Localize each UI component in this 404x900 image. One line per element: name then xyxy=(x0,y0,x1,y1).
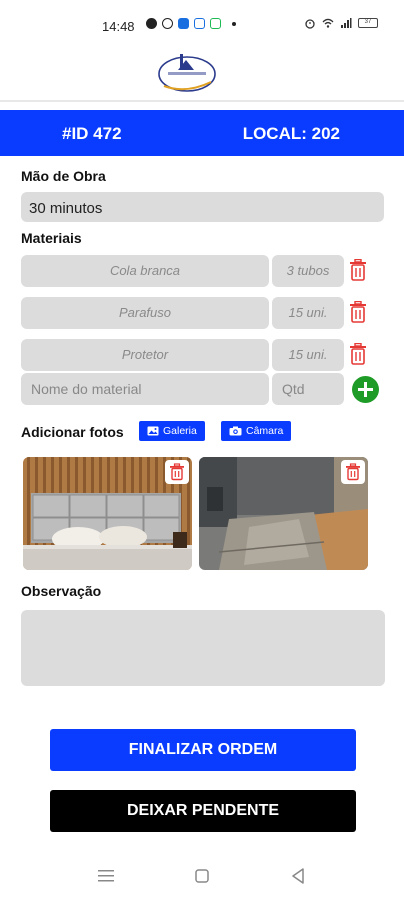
material-qty[interactable]: 3 tubos xyxy=(272,255,344,287)
delete-icon xyxy=(346,463,360,481)
material-name[interactable]: Cola branca xyxy=(21,255,269,287)
material-name-input[interactable] xyxy=(21,373,269,405)
delete-icon[interactable] xyxy=(349,259,367,281)
add-photos-label: Adicionar fotos xyxy=(21,424,124,440)
delete-photo-button[interactable] xyxy=(341,460,365,484)
back-icon[interactable] xyxy=(291,868,305,884)
photo-thumbnail[interactable] xyxy=(23,457,192,570)
battery-icon: 37 xyxy=(358,18,378,28)
observation-textarea[interactable] xyxy=(21,610,385,686)
message-icon xyxy=(146,18,157,29)
observation-label: Observação xyxy=(21,583,102,599)
company-logo xyxy=(158,54,216,92)
finish-order-button[interactable]: FINALIZAR ORDEM xyxy=(50,729,356,771)
camera-label: Câmara xyxy=(246,425,284,437)
material-name[interactable]: Protetor xyxy=(21,339,269,371)
status-bar: 14:48 37 xyxy=(0,0,404,52)
app-icon xyxy=(194,18,205,29)
plus-icon xyxy=(358,382,373,397)
labor-field[interactable]: 30 minutos xyxy=(21,192,384,222)
signal-icon xyxy=(341,18,352,28)
gallery-label: Galeria xyxy=(163,425,197,437)
delete-icon[interactable] xyxy=(349,343,367,365)
leave-pending-button[interactable]: DEIXAR PENDENTE xyxy=(50,790,356,832)
delete-photo-button[interactable] xyxy=(165,460,189,484)
wifi-icon xyxy=(322,18,334,28)
order-header: #ID 472 LOCAL: 202 xyxy=(0,110,404,156)
camera-icon xyxy=(229,426,242,436)
labor-label: Mão de Obra xyxy=(21,168,106,184)
material-row: Cola branca 3 tubos xyxy=(21,255,386,287)
photo-thumbnail[interactable] xyxy=(199,457,368,570)
gallery-button[interactable]: Galeria xyxy=(139,421,205,441)
image-icon xyxy=(147,426,159,436)
delete-icon xyxy=(170,463,184,481)
menu-icon[interactable] xyxy=(98,869,114,883)
alarm-icon xyxy=(305,19,315,29)
divider xyxy=(0,100,404,102)
material-qty-input[interactable] xyxy=(272,373,344,405)
order-id: #ID 472 xyxy=(62,124,122,143)
system-nav-bar xyxy=(0,850,404,900)
camera-button[interactable]: Câmara xyxy=(221,421,292,441)
add-material-button[interactable] xyxy=(352,376,379,403)
whatsapp-icon xyxy=(162,18,173,29)
more-notifications-icon xyxy=(232,21,236,26)
system-icons: 37 xyxy=(304,17,378,29)
material-row: Parafuso 15 uni. xyxy=(21,297,386,329)
delete-icon[interactable] xyxy=(349,301,367,323)
material-row: Protetor 15 uni. xyxy=(21,339,386,371)
material-name[interactable]: Parafuso xyxy=(21,297,269,329)
app-icon xyxy=(210,18,221,29)
materials-label: Materiais xyxy=(21,230,82,246)
status-time: 14:48 xyxy=(102,19,135,34)
app-icon xyxy=(178,18,189,29)
notification-icons xyxy=(146,18,236,29)
material-qty[interactable]: 15 uni. xyxy=(272,339,344,371)
home-icon[interactable] xyxy=(195,869,209,883)
material-qty[interactable]: 15 uni. xyxy=(272,297,344,329)
order-local: LOCAL: 202 xyxy=(242,124,340,143)
